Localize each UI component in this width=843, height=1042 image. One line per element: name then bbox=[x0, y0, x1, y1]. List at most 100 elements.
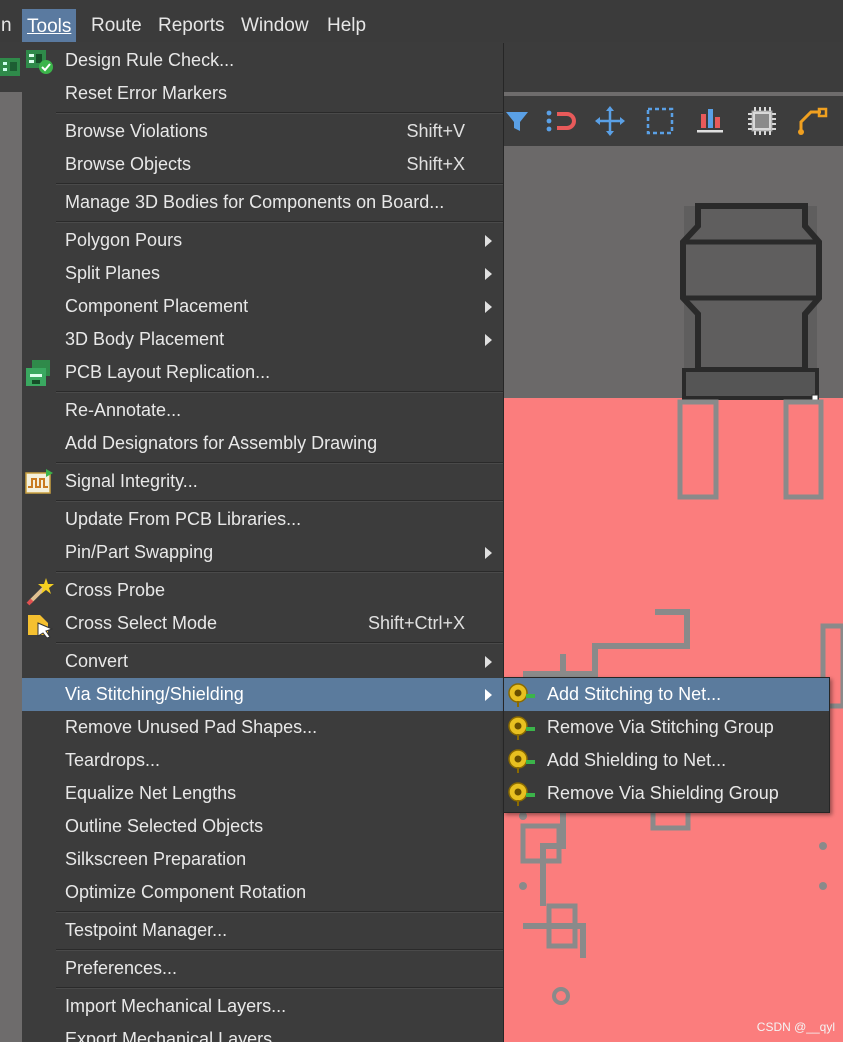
menu-design-partial[interactable]: n bbox=[0, 8, 17, 40]
menu-item-label: Add Designators for Assembly Drawing bbox=[65, 433, 378, 453]
menu-item-shortcut: Shift+V bbox=[406, 121, 465, 141]
menu-item-polygon-pours[interactable]: Polygon Pours bbox=[22, 224, 503, 257]
menu-item-label: Update From PCB Libraries... bbox=[65, 509, 302, 529]
menu-item-update-from-pcb-libraries[interactable]: Update From PCB Libraries... bbox=[22, 503, 503, 536]
menu-item-label: Reset Error Markers bbox=[65, 83, 228, 103]
menu-item-label: Remove Via Stitching Group bbox=[547, 717, 774, 737]
menu-item-optimize-component-rotation[interactable]: Optimize Component Rotation bbox=[22, 876, 503, 909]
cross-select-icon bbox=[28, 615, 54, 639]
menu-item-import-mechanical-layers[interactable]: Import Mechanical Layers... bbox=[22, 990, 503, 1023]
menu-item-pcb-layout-replication[interactable]: PCB Layout Replication... bbox=[22, 356, 503, 389]
menu-item-label: Convert bbox=[65, 651, 129, 671]
menu-window[interactable]: Window bbox=[236, 8, 314, 40]
submenu-arrow-icon bbox=[485, 301, 492, 313]
menu-item-label: Via Stitching/Shielding bbox=[65, 684, 244, 704]
menu-item-browse-objects[interactable]: Browse Objects Shift+X bbox=[22, 148, 503, 181]
pcb-drawing bbox=[519, 203, 843, 1005]
menu-item-label: Cross Probe bbox=[65, 580, 166, 600]
menu-item-label: Re-Annotate... bbox=[65, 400, 182, 420]
menu-item-label: Polygon Pours bbox=[65, 230, 183, 250]
menu-item-label: Remove Via Shielding Group bbox=[547, 783, 779, 803]
menu-item-remove-unused-pad-shapes[interactable]: Remove Unused Pad Shapes... bbox=[22, 711, 503, 744]
menu-separator bbox=[56, 571, 503, 573]
menu-item-re-annotate[interactable]: Re-Annotate... bbox=[22, 394, 503, 427]
menu-item-3d-body-placement[interactable]: 3D Body Placement bbox=[22, 323, 503, 356]
menu-item-equalize-net-lengths[interactable]: Equalize Net Lengths bbox=[22, 777, 503, 810]
menu-item-label: Testpoint Manager... bbox=[65, 920, 228, 940]
menu-separator bbox=[56, 221, 503, 223]
select-rectangle-icon[interactable] bbox=[643, 104, 677, 138]
menu-item-testpoint-manager[interactable]: Testpoint Manager... bbox=[22, 914, 503, 947]
menu-separator bbox=[56, 391, 503, 393]
menu-separator bbox=[56, 462, 503, 464]
menu-item-label: Import Mechanical Layers... bbox=[65, 996, 287, 1016]
tools-menu: Design Rule Check... Reset Error Markers… bbox=[22, 43, 504, 1042]
pcb-doc-icon[interactable] bbox=[0, 56, 22, 80]
menu-item-label: Browse Objects bbox=[65, 154, 192, 174]
menu-item-browse-violations[interactable]: Browse Violations Shift+V bbox=[22, 115, 503, 148]
drc-icon bbox=[26, 50, 53, 74]
menu-item-label: Design Rule Check... bbox=[65, 50, 235, 70]
submenu-arrow-icon bbox=[485, 334, 492, 346]
submenu-item-add-stitching[interactable]: Add Stitching to Net... bbox=[504, 678, 829, 711]
menu-item-label: Signal Integrity... bbox=[65, 471, 198, 491]
menu-item-label: Equalize Net Lengths bbox=[65, 783, 237, 803]
move-icon[interactable] bbox=[593, 104, 627, 138]
align-icon[interactable] bbox=[693, 104, 727, 138]
menu-item-label: Split Planes bbox=[65, 263, 161, 283]
submenu-item-remove-stitching-group[interactable]: Remove Via Stitching Group bbox=[504, 711, 829, 744]
menu-item-preferences[interactable]: Preferences... bbox=[22, 952, 503, 985]
menu-item-design-rule-check[interactable]: Design Rule Check... bbox=[22, 44, 503, 77]
watermark: CSDN @__qyl bbox=[756, 1020, 835, 1034]
menu-item-reset-error-markers[interactable]: Reset Error Markers bbox=[22, 77, 503, 110]
menu-item-cross-probe[interactable]: Cross Probe bbox=[22, 574, 503, 607]
submenu-arrow-icon bbox=[485, 268, 492, 280]
via-stitching-submenu: Add Stitching to Net... Remove Via Stitc… bbox=[503, 677, 830, 813]
menu-item-label: Export Mechanical Layers... bbox=[65, 1029, 288, 1042]
menu-tools[interactable]: Tools bbox=[22, 9, 77, 42]
menu-item-label: Silkscreen Preparation bbox=[65, 849, 247, 869]
route-path-icon[interactable] bbox=[795, 104, 829, 138]
menu-item-label: Teardrops... bbox=[65, 750, 161, 770]
layout-replication-icon bbox=[26, 360, 50, 386]
menu-item-signal-integrity[interactable]: Signal Integrity... bbox=[22, 465, 503, 498]
menu-item-split-planes[interactable]: Split Planes bbox=[22, 257, 503, 290]
submenu-arrow-icon bbox=[485, 656, 492, 668]
signal-integrity-icon bbox=[25, 469, 53, 494]
menu-help[interactable]: Help bbox=[322, 8, 371, 40]
menu-item-pin-part-swapping[interactable]: Pin/Part Swapping bbox=[22, 536, 503, 569]
cross-probe-icon bbox=[26, 578, 54, 606]
menu-reports[interactable]: Reports bbox=[153, 8, 230, 40]
menu-separator bbox=[56, 500, 503, 502]
menu-item-manage-3d-bodies[interactable]: Manage 3D Bodies for Components on Board… bbox=[22, 186, 503, 219]
menu-item-shortcut: Shift+Ctrl+X bbox=[367, 613, 465, 633]
menu-bar: n Tools Route Reports Window Help bbox=[0, 0, 843, 43]
menu-route[interactable]: Route bbox=[86, 8, 147, 40]
menu-item-silkscreen-preparation[interactable]: Silkscreen Preparation bbox=[22, 843, 503, 876]
menu-item-label: Optimize Component Rotation bbox=[65, 882, 307, 902]
menu-item-label: Outline Selected Objects bbox=[65, 816, 264, 836]
submenu-item-add-shielding[interactable]: Add Shielding to Net... bbox=[504, 744, 829, 777]
interactive-route-icon[interactable] bbox=[543, 104, 577, 138]
menu-tools-label: Tools bbox=[27, 16, 72, 37]
menu-item-component-placement[interactable]: Component Placement bbox=[22, 290, 503, 323]
filter-icon[interactable] bbox=[500, 104, 534, 138]
menu-item-cross-select-mode[interactable]: Cross Select Mode Shift+Ctrl+X bbox=[22, 607, 503, 640]
menu-item-label: Pin/Part Swapping bbox=[65, 542, 214, 562]
menu-item-outline-selected-objects[interactable]: Outline Selected Objects bbox=[22, 810, 503, 843]
menu-item-label: Browse Violations bbox=[65, 121, 208, 141]
menu-item-add-designators[interactable]: Add Designators for Assembly Drawing bbox=[22, 427, 503, 460]
menu-item-teardrops[interactable]: Teardrops... bbox=[22, 744, 503, 777]
component-icon[interactable] bbox=[745, 104, 779, 138]
menu-item-label: Add Shielding to Net... bbox=[547, 750, 727, 770]
menu-item-convert[interactable]: Convert bbox=[22, 645, 503, 678]
menu-item-label: Cross Select Mode bbox=[65, 613, 218, 633]
via-icon bbox=[508, 782, 535, 806]
menu-separator bbox=[56, 112, 503, 114]
menu-item-export-mechanical-layers[interactable]: Export Mechanical Layers... bbox=[22, 1023, 503, 1042]
submenu-item-remove-shielding-group[interactable]: Remove Via Shielding Group bbox=[504, 777, 829, 810]
submenu-arrow-icon bbox=[485, 547, 492, 559]
menu-item-via-stitching-shielding[interactable]: Via Stitching/Shielding bbox=[22, 678, 503, 711]
menu-item-label: Preferences... bbox=[65, 958, 178, 978]
menu-separator bbox=[56, 183, 503, 185]
